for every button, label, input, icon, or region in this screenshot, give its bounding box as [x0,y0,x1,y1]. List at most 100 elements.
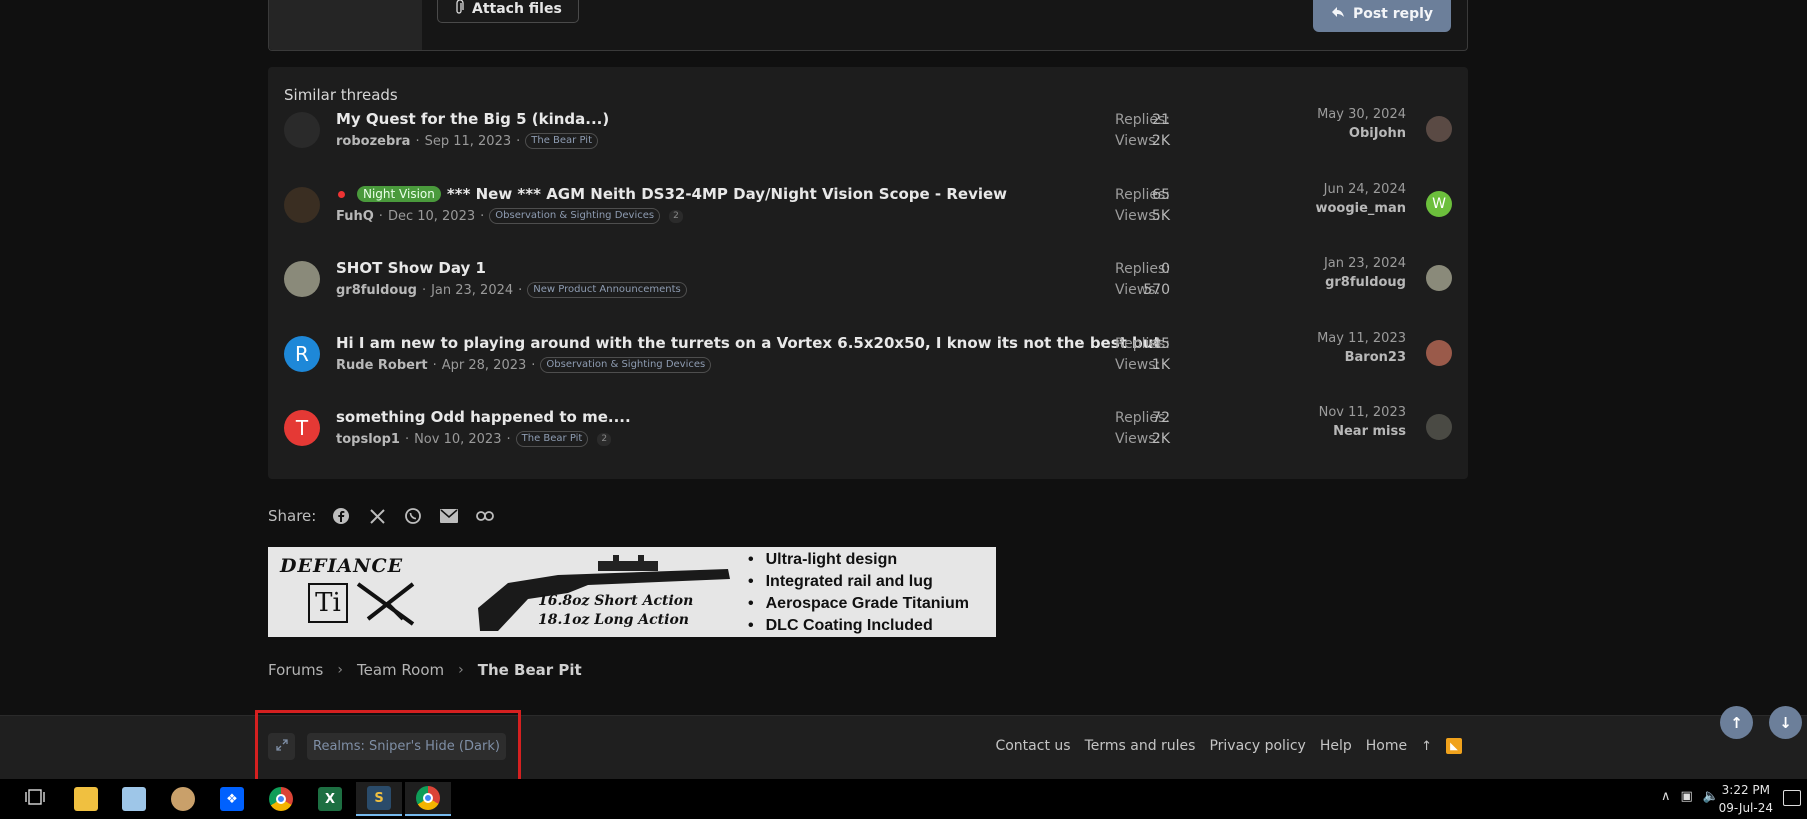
meta-separator: · [531,357,536,373]
file-explorer-button[interactable] [63,782,109,816]
last-post-user[interactable]: ObiJohn [1349,126,1406,141]
author-avatar[interactable]: T [284,410,320,446]
task-view-icon [25,789,45,809]
footer-link-help[interactable]: Help [1320,738,1352,754]
chrome-button[interactable] [258,782,304,816]
forum-tag[interactable]: The Bear Pit [515,431,589,447]
last-post-user[interactable]: Baron23 [1345,350,1406,365]
scroll-to-top-button[interactable]: ↑ [1720,706,1753,739]
thread-author[interactable]: FuhQ [336,209,374,224]
forum-tag[interactable]: The Bear Pit [525,133,598,149]
thread-title-line: Night Vision *** New *** AGM Neith DS32-4… [336,185,1007,203]
rss-icon[interactable]: ◣ [1446,738,1462,754]
paint-button[interactable] [160,782,206,816]
forum-tag[interactable]: Observation & Sighting Devices [540,357,712,373]
last-post-date[interactable]: May 11, 2023 [1317,331,1406,346]
editor-avatar-column [269,0,422,50]
breadcrumb-team-room[interactable]: Team Room [357,661,444,679]
last-post-date[interactable]: Jun 24, 2024 [1324,182,1406,197]
chrome-icon [416,786,440,810]
chrome-active-button[interactable] [405,782,451,816]
thread-title[interactable]: *** New *** AGM Neith DS32-4MP Day/Night… [447,185,1007,203]
advertisement-banner[interactable]: DEFIANCE Ti 16.8oz Short Action 18.1oz L… [268,547,996,637]
last-post-date[interactable]: Nov 11, 2023 [1319,405,1406,420]
thread-row[interactable]: My Quest for the Big 5 (kinda...) robozeb… [268,104,1468,178]
thread-title-line: SHOT Show Day 1 [336,259,486,277]
thread-title[interactable]: My Quest for the Big 5 (kinda...) [336,110,609,128]
thread-title[interactable]: Hi I am new to playing around with the t… [336,334,1161,352]
x-twitter-icon[interactable] [366,505,388,527]
footer-link-privacy-policy[interactable]: Privacy policy [1209,738,1305,754]
last-poster-avatar[interactable] [1426,340,1452,366]
forum-tag[interactable]: Observation & Sighting Devices [489,208,661,224]
arrow-up-icon[interactable]: ↑ [1421,739,1432,754]
thread-meta: FuhQ · Dec 10, 2023 · Observation & Sighting… [336,208,683,224]
chrome-icon [269,787,293,811]
taskbar-clock[interactable]: 3:22 PM 09-Jul-24 [1719,781,1773,817]
post-reply-button[interactable]: Post reply [1313,0,1451,32]
last-post-user[interactable]: woogie_man [1315,201,1406,216]
dropbox-button[interactable]: ❖ [209,782,255,816]
banner-weight-short: 16.8oz Short Action [538,593,694,609]
task-view-button[interactable] [12,782,58,816]
attach-files-button[interactable]: Attach files [437,0,579,23]
thread-author[interactable]: Rude Robert [336,358,428,373]
last-post-user[interactable]: Near miss [1333,424,1406,439]
thread-title-line: something Odd happened to me.... [336,408,631,426]
banner-feature: DLC Coating Included [748,615,969,637]
highlight-annotation-box [255,710,521,783]
thread-row[interactable]: R Hi I am new to playing around with the … [268,328,1468,402]
last-poster-avatar[interactable] [1426,265,1452,291]
page-count[interactable]: 2 [597,432,612,446]
facebook-icon[interactable] [330,505,352,527]
last-poster-avatar[interactable] [1426,116,1452,142]
meta-separator: · [432,357,437,373]
thread-author[interactable]: gr8fuldoug [336,283,417,298]
excel-button[interactable]: X [307,782,353,816]
breadcrumb-the-bear-pit[interactable]: The Bear Pit [478,661,582,679]
footer-link-contact-us[interactable]: Contact us [995,738,1070,754]
breadcrumb-forums[interactable]: Forums [268,661,323,679]
clock-time: 3:22 PM [1721,783,1770,797]
author-avatar[interactable] [284,261,320,297]
page-count[interactable]: 2 [669,209,683,223]
thread-prefix[interactable]: Night Vision [357,186,441,202]
whatsapp-icon[interactable] [402,505,424,527]
meta-separator: · [421,282,427,298]
chevron-right-icon: › [337,662,343,678]
thread-row[interactable]: SHOT Show Day 1 gr8fuldoug · Jan 23, 2024 · N… [268,253,1468,327]
footer-link-terms-and-rules[interactable]: Terms and rules [1085,738,1196,754]
forum-tag[interactable]: New Product Announcements [527,282,687,298]
chevron-up-icon[interactable]: ∧ [1661,789,1671,804]
volume-icon[interactable]: 🔈 [1703,789,1719,804]
last-post-date[interactable]: Jan 23, 2024 [1324,256,1406,271]
network-icon[interactable]: ▣ [1681,789,1693,804]
last-poster-avatar[interactable] [1426,414,1452,440]
link-icon[interactable] [474,505,496,527]
email-icon[interactable] [438,505,460,527]
author-avatar[interactable] [284,112,320,148]
app-button[interactable]: S [356,782,402,816]
author-avatar[interactable] [284,187,320,223]
last-post-user[interactable]: gr8fuldoug [1325,275,1406,290]
similar-threads-title: Similar threads [284,86,398,104]
thread-title-line: Hi I am new to playing around with the t… [336,334,1161,352]
last-post-date[interactable]: May 30, 2024 [1317,107,1406,122]
thread-row[interactable]: Tsomething Odd happened to me.... topslop… [268,402,1468,476]
thread-title[interactable]: SHOT Show Day 1 [336,259,486,277]
meta-separator: · [415,133,420,149]
author-avatar[interactable]: R [284,336,320,372]
scroll-to-bottom-button[interactable]: ↓ [1769,706,1802,739]
share-label: Share: [268,507,317,525]
thread-date: Apr 28, 2023 [441,357,527,373]
notification-icon[interactable] [1783,790,1801,806]
last-poster-avatar[interactable]: W [1426,191,1452,217]
footer-link-home[interactable]: Home [1366,738,1407,754]
system-tray: ∧ ▣ 🔈 [1661,789,1719,804]
notepad-button[interactable] [111,782,157,816]
thread-title[interactable]: something Odd happened to me.... [336,408,631,426]
thread-author[interactable]: topslop1 [336,432,400,447]
thread-author[interactable]: robozebra [336,134,410,149]
avatar-letter: T [295,416,309,440]
thread-row[interactable]: Night Vision *** New *** AGM Neith DS32-4… [268,179,1468,253]
